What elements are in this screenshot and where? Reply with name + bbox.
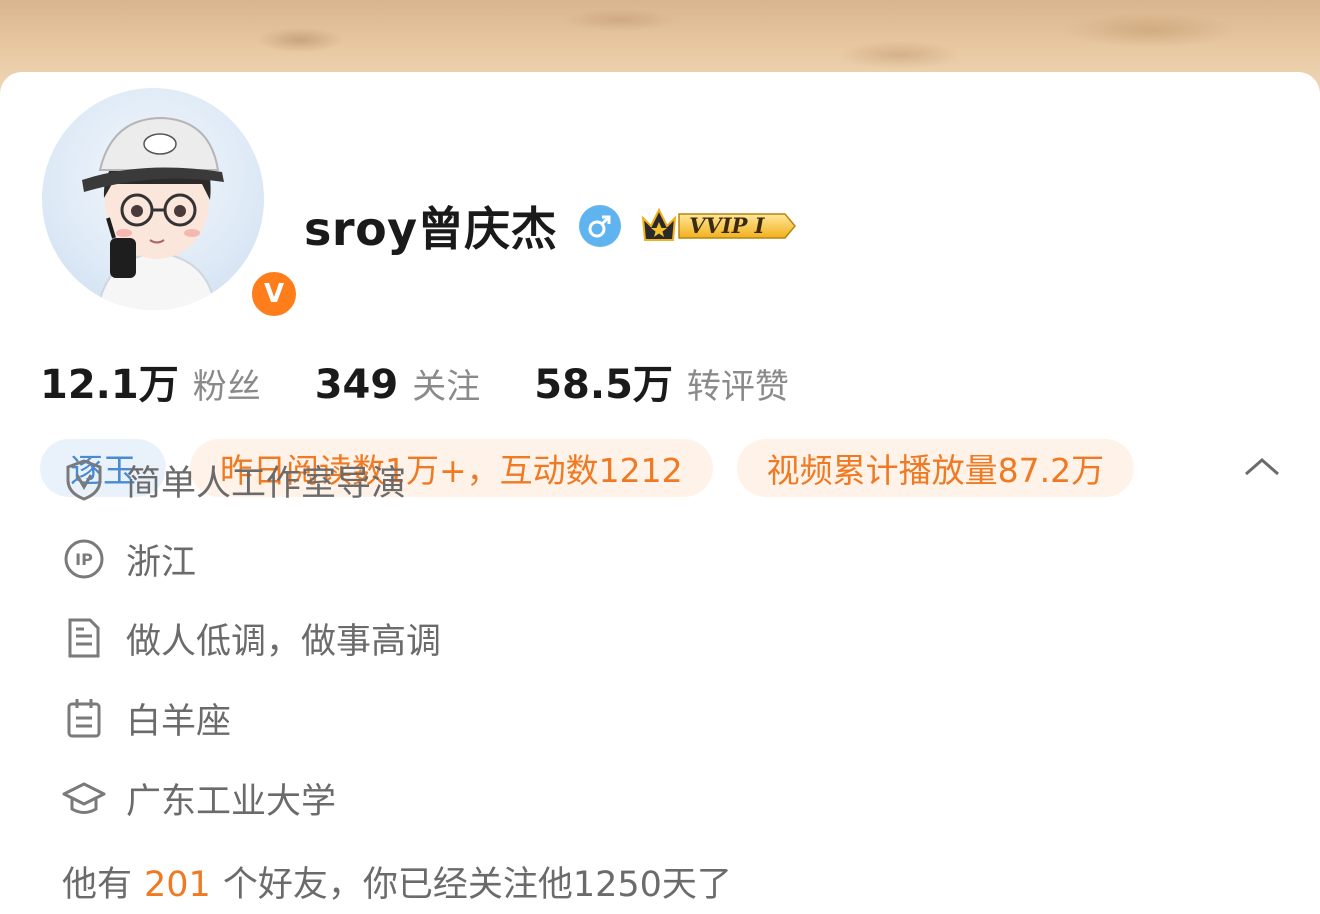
following-label: 关注 xyxy=(412,367,481,407)
info-item-school: 广东工业大学 xyxy=(62,773,336,823)
info-item-ip-location: IP 浙江 xyxy=(62,534,196,584)
info-text-school: 广东工业大学 xyxy=(126,781,337,822)
name-row: sroy曾庆杰 VVIP I xyxy=(304,196,797,256)
info-item-zodiac: 白羊座 xyxy=(62,693,231,743)
vvip-membership-badge[interactable]: VVIP I xyxy=(639,206,797,246)
info-text-bio: 做人低调，做事高调 xyxy=(126,621,442,662)
tag-video-plays[interactable]: 视频累计播放量87.2万 xyxy=(736,439,1135,497)
avatar[interactable] xyxy=(38,84,268,314)
friends-count[interactable]: 201 xyxy=(144,865,211,905)
engagements-label: 转评赞 xyxy=(686,367,789,407)
following-count: 349 xyxy=(314,362,399,408)
followers-label: 粉丝 xyxy=(192,367,261,407)
verified-badge-icon: V xyxy=(248,268,300,320)
calendar-icon xyxy=(62,696,106,740)
vvip-label: VVIP I xyxy=(689,213,765,238)
avatar-illustration xyxy=(82,116,224,310)
username: sroy曾庆杰 xyxy=(304,202,558,256)
friends-prefix: 他有 xyxy=(62,865,133,905)
stat-following[interactable]: 349 关注 xyxy=(315,359,481,408)
friends-summary[interactable]: 他有 201 个好友，你已经关注他1250天了 xyxy=(62,856,732,907)
engagements-count: 58.5万 xyxy=(534,362,673,408)
info-text-zodiac: 白羊座 xyxy=(126,701,232,742)
info-item-bio: 做人低调，做事高调 xyxy=(62,613,441,663)
info-item-occupation: 简单人工作室导演 xyxy=(62,455,406,505)
stat-engagements[interactable]: 58.5万 转评赞 xyxy=(534,352,789,410)
friends-suffix: 个好友，你已经关注他1250天了 xyxy=(222,865,732,905)
avatar-container[interactable]: V xyxy=(38,84,300,320)
chevron-up-icon[interactable] xyxy=(1240,452,1284,482)
profile-card: V sroy曾庆杰 VVIP I 12.1万 粉丝 349 关注 58.5万 转… xyxy=(0,72,1320,914)
graduation-cap-icon xyxy=(62,776,106,820)
stats-row: 12.1万 粉丝 349 关注 58.5万 转评赞 xyxy=(40,352,843,408)
info-text-location: 浙江 xyxy=(126,542,197,583)
info-text-occupation: 简单人工作室导演 xyxy=(126,463,407,504)
male-gender-icon xyxy=(579,205,622,247)
bio-document-icon xyxy=(62,616,106,660)
verified-shield-icon xyxy=(62,458,106,502)
ip-location-icon: IP xyxy=(62,537,106,581)
stat-followers[interactable]: 12.1万 粉丝 xyxy=(40,352,261,410)
followers-count: 12.1万 xyxy=(40,362,179,408)
svg-text:IP: IP xyxy=(75,550,93,569)
